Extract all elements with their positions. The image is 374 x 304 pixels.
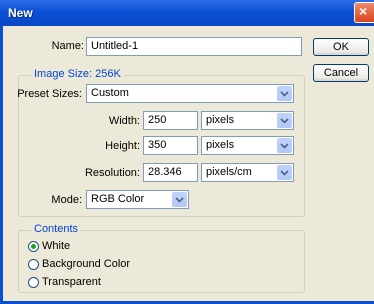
radio-transparent[interactable] — [28, 277, 39, 288]
cancel-button[interactable]: Cancel — [313, 64, 369, 82]
resolution-unit-value: pixels/cm — [206, 166, 252, 178]
mode-value: RGB Color — [91, 193, 145, 205]
radio-background-color[interactable] — [28, 259, 39, 270]
chevron-down-icon — [277, 86, 292, 101]
mode-label: Mode: — [51, 194, 82, 206]
height-input[interactable]: 350 — [143, 136, 198, 155]
preset-sizes-value: Custom — [91, 87, 129, 99]
width-unit-select[interactable]: pixels — [201, 111, 294, 130]
height-unit-value: pixels — [206, 139, 235, 151]
height-label: Height: — [105, 140, 140, 152]
chevron-down-icon — [277, 138, 292, 153]
mode-select[interactable]: RGB Color — [86, 190, 189, 209]
resolution-unit-select[interactable]: pixels/cm — [201, 163, 294, 182]
width-label: Width: — [108, 115, 140, 127]
radio-white[interactable] — [28, 241, 39, 252]
title-bar: New × — [0, 0, 374, 26]
preset-sizes-label: Preset Sizes: — [17, 88, 82, 100]
resolution-input[interactable]: 28.346 — [143, 163, 198, 182]
height-unit-select[interactable]: pixels — [201, 136, 294, 155]
contents-title: Contents — [31, 223, 82, 235]
option-label: Transparent — [42, 276, 101, 288]
close-button[interactable]: × — [354, 2, 374, 23]
window-title: New — [8, 6, 33, 20]
close-icon: × — [359, 3, 368, 19]
width-unit-value: pixels — [206, 114, 235, 126]
width-input[interactable]: 250 — [143, 111, 198, 130]
image-size-label: Image Size: 256K — [31, 68, 124, 80]
chevron-down-icon — [172, 192, 187, 207]
chevron-down-icon — [277, 165, 292, 180]
ok-button[interactable]: OK — [313, 38, 369, 56]
name-input[interactable]: Untitled-1 — [86, 37, 302, 56]
window-frame-left — [0, 26, 3, 304]
option-label: White — [42, 240, 71, 252]
resolution-label: Resolution: — [84, 167, 140, 179]
preset-sizes-select[interactable]: Custom — [86, 84, 294, 103]
chevron-down-icon — [277, 113, 292, 128]
name-label: Name: — [51, 40, 84, 52]
option-label: Background Color — [42, 258, 131, 270]
